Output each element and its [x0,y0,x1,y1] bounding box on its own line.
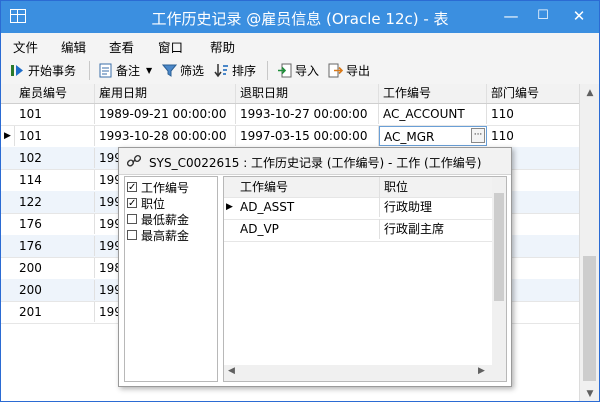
import-button[interactable]: 导入 [277,61,319,79]
menu-help[interactable]: 帮助 [210,37,235,56]
table-window: 工作历史记录 @雇员信息 (Oracle 12c) - 表 — ☐ ✕ 文件 编… [0,0,600,402]
begin-transaction-label: 开始事务 [28,63,77,78]
grid-header: 雇员编号 雇用日期 退职日期 工作编号 部门编号 [1,84,579,104]
cell-department-id[interactable]: 110 [487,104,579,124]
cell-employee-id[interactable]: 101 [15,126,95,146]
export-button[interactable]: 导出 [328,61,370,79]
lookup-field-list: ✓ 工作编号 ✓ 职位 最低薪金 最高薪金 [124,176,218,382]
cell-end-date[interactable]: 1993-10-27 00:00:00 [236,104,379,124]
cell-job-id[interactable]: AD_ASST [236,197,380,217]
cell-job-id[interactable]: AD_VP [236,219,380,239]
lookup-grid: 工作编号 职位 ▶ AD_ASST 行政助理 AD_VP 行政副主席 ◀ ▶ [223,176,507,382]
column-header-job-id[interactable]: 工作编号 [379,84,487,103]
sort-icon [214,63,228,77]
table-row[interactable]: ▶ AD_ASST 行政助理 [224,197,492,220]
memo-dropdown-icon[interactable]: ▼ [146,66,152,75]
link-icon [127,154,141,167]
scroll-right-arrow-icon[interactable]: ▶ [478,366,485,376]
lookup-scroll-thumb[interactable] [494,193,504,301]
cell-employee-id[interactable]: 200 [15,258,95,278]
menu-edit[interactable]: 编辑 [61,37,86,56]
sort-label: 排序 [232,63,257,78]
filter-icon [162,64,177,77]
memo-label: 备注 [116,63,141,78]
menu-file[interactable]: 文件 [13,37,38,56]
scroll-down-arrow-icon[interactable]: ▼ [580,385,599,401]
cell-job-title[interactable]: 行政副主席 [380,219,492,239]
grid-vertical-scrollbar[interactable]: ▲ ▼ [579,84,599,401]
toolbar: 开始事务 备注 ▼ 筛选 排序 导入 导出 [1,57,599,85]
cell-employee-id[interactable]: 122 [15,192,95,212]
column-header-department-id[interactable]: 部门编号 [487,84,579,103]
field-label: 最高薪金 [141,228,190,243]
close-button[interactable]: ✕ [561,1,597,31]
checkbox-checked-icon[interactable]: ✓ [127,198,137,209]
field-label: 最低薪金 [141,212,190,227]
begin-transaction-button[interactable]: 开始事务 [10,61,76,79]
field-checkbox-min-salary[interactable]: 最低薪金 [127,211,189,227]
cell-employee-id[interactable]: 176 [15,214,95,234]
checkbox-unchecked-icon[interactable] [127,230,137,240]
lookup-grid-header: 工作编号 职位 [224,177,492,198]
cell-hire-date[interactable]: 1993-10-28 00:00:00 [95,126,236,146]
cell-employee-id[interactable]: 176 [15,236,95,256]
cell-employee-id[interactable]: 201 [15,302,95,322]
minimize-button[interactable]: — [495,1,527,31]
lookup-horizontal-scrollbar[interactable]: ◀ ▶ [224,365,506,381]
cell-employee-id[interactable]: 200 [15,280,95,300]
field-label: 工作编号 [141,180,190,195]
field-checkbox-job-id[interactable]: ✓ 工作编号 [127,179,189,195]
cell-employee-id[interactable]: 102 [15,148,95,168]
column-header-end-date[interactable]: 退职日期 [236,84,379,103]
checkbox-unchecked-icon[interactable] [127,214,137,224]
cell-hire-date[interactable]: 1989-09-21 00:00:00 [95,104,236,124]
memo-icon [99,63,112,77]
scroll-up-arrow-icon[interactable]: ▲ [580,84,599,102]
cell-job-id[interactable]: AC_ACCOUNT [379,104,487,124]
maximize-button[interactable]: ☐ [527,1,559,31]
column-header-hire-date[interactable]: 雇用日期 [95,84,236,103]
lookup-column-header-job-id[interactable]: 工作编号 [236,177,380,197]
lookup-column-header-job-title[interactable]: 职位 [380,177,492,197]
menu-bar: 文件 编辑 查看 窗口 帮助 [1,33,599,57]
foreign-key-lookup-popup[interactable]: SYS_C0022615 : 工作历史记录 (工作编号) - 工作 (工作编号)… [118,147,512,387]
field-label: 职位 [141,196,166,211]
lookup-ellipsis-button[interactable]: ··· [471,128,485,143]
lookup-vertical-scrollbar[interactable] [492,177,506,365]
field-checkbox-job-title[interactable]: ✓ 职位 [127,195,165,211]
lookup-title: SYS_C0022615 : 工作历史记录 (工作编号) - 工作 (工作编号) [149,156,482,170]
sort-button[interactable]: 排序 [214,61,256,79]
column-header-employee-id[interactable]: 雇员编号 [15,84,95,103]
lookup-title-bar: SYS_C0022615 : 工作历史记录 (工作编号) - 工作 (工作编号) [119,148,511,175]
begin-transaction-icon [11,64,23,76]
cell-job-title[interactable]: 行政助理 [380,197,492,217]
cell-employee-id[interactable]: 101 [15,104,95,124]
scroll-left-arrow-icon[interactable]: ◀ [228,366,235,376]
export-label: 导出 [346,63,371,78]
scroll-thumb[interactable] [583,256,596,381]
import-label: 导入 [295,63,320,78]
current-row-indicator: ▶ [1,126,15,146]
cell-end-date[interactable]: 1997-03-15 00:00:00 [236,126,379,146]
checkbox-checked-icon[interactable]: ✓ [127,182,137,193]
field-checkbox-max-salary[interactable]: 最高薪金 [127,227,189,243]
memo-button[interactable]: 备注 ▼ [98,61,152,79]
lookup-current-row-indicator: ▶ [226,202,233,212]
filter-label: 筛选 [180,63,205,78]
menu-window[interactable]: 窗口 [158,37,183,56]
title-bar[interactable]: 工作历史记录 @雇员信息 (Oracle 12c) - 表 — ☐ ✕ [1,1,599,33]
menu-view[interactable]: 查看 [109,37,134,56]
export-icon [328,63,343,77]
table-row[interactable]: ▶ 101 1993-10-28 00:00:00 1997-03-15 00:… [1,125,579,148]
cell-department-id[interactable]: 110 [487,126,579,146]
table-row[interactable]: AD_VP 行政副主席 [224,219,492,242]
import-icon [278,63,292,77]
table-row[interactable]: 101 1989-09-21 00:00:00 1993-10-27 00:00… [1,103,579,126]
filter-button[interactable]: 筛选 [162,61,204,79]
cell-employee-id[interactable]: 114 [15,170,95,190]
